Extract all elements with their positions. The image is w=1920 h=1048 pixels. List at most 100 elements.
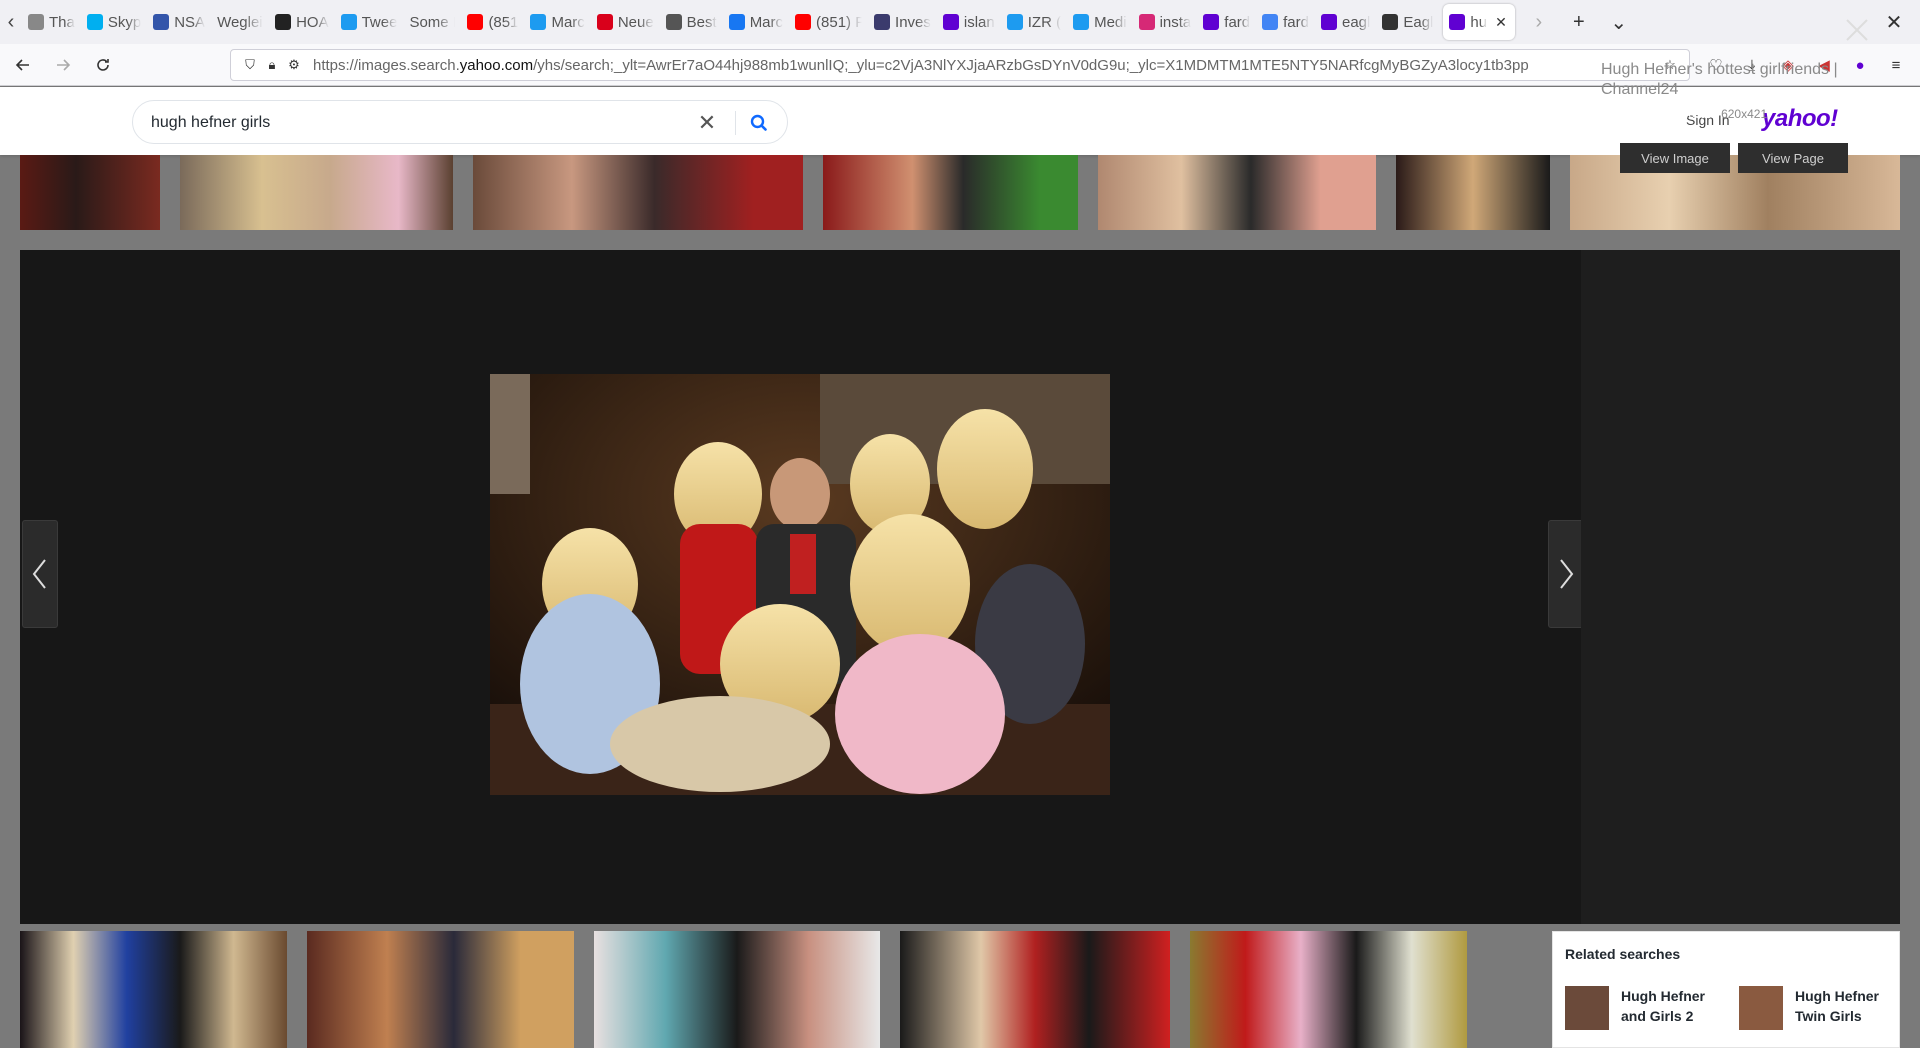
tab-scroll-left-icon[interactable]: ‹ [0,0,22,44]
related-search-thumbnail [1739,986,1783,1030]
cb-icon [665,14,682,30]
close-tab-icon[interactable]: ✕ [1495,14,1507,31]
related-search-label[interactable]: Hugh Hefner and Girls 2 [1621,986,1717,1026]
browser-tab[interactable]: Neue [591,4,660,40]
new-tab-button[interactable]: + [1559,0,1599,44]
result-thumbnail[interactable] [1098,155,1376,230]
yahoo-logo[interactable]: yahoo! [1762,105,1838,133]
permissions-icon[interactable]: ⚙︎ [283,57,305,73]
reload-button[interactable] [86,49,120,81]
browser-tab[interactable]: fard [1197,4,1256,40]
twitter-icon [1006,14,1023,30]
back-button[interactable] [6,49,40,81]
yahoo-icon [1203,14,1220,30]
browser-tab[interactable]: fard [1256,4,1315,40]
result-thumbnail[interactable] [20,155,160,230]
result-thumbnail[interactable] [900,931,1170,1048]
image-source[interactable]: www.channel24.co.za 620x421 [1601,107,1767,121]
tab-strip: Tha Skyp NSA Wegleit HOA Twee Some M (851 Marc Ne… [22,0,1519,44]
previous-image-button[interactable] [22,520,58,628]
result-thumbnail[interactable] [1396,155,1550,230]
next-image-button[interactable] [1548,520,1584,628]
flag-icon [153,14,170,30]
close-viewer-button[interactable] [1840,13,1874,47]
search-button[interactable] [745,109,773,137]
browser-tab-label: Neue [617,13,654,31]
search-box[interactable]: hugh hefner girls ✕ [132,100,788,144]
related-search-item[interactable]: Hugh Hefner Twin Girls [1739,976,1899,1036]
related-search-label[interactable]: Hugh Hefner Twin Girls [1795,986,1891,1026]
result-thumbnail[interactable] [594,931,880,1048]
forward-arrow-icon [57,58,71,71]
close-window-button[interactable]: ✕ [1874,0,1914,44]
browser-tab-label: (851 [488,13,519,31]
browser-tab[interactable]: (851) PLAYI [789,4,868,40]
skype-icon [86,14,103,30]
view-image-button[interactable]: View Image [1620,143,1730,173]
image-title[interactable]: Hugh Hefner's hottest girlfriends | Chan… [1601,60,1851,100]
yahoo-extension-icon[interactable]: ● [1848,53,1872,77]
arrow-icon [874,14,891,30]
image-dimensions: 620x421 [1721,107,1768,121]
tab-scroll-right-icon[interactable]: › [1519,0,1559,44]
result-thumbnail[interactable] [20,931,287,1048]
browser-tab[interactable]: Inves [868,4,937,40]
browser-tab-label: Marc [749,13,784,31]
browser-tab-label: NSA [174,13,206,31]
image-viewer [20,250,1900,924]
related-searches-heading: Related searches [1565,946,1681,962]
yahoo-icon [942,14,959,30]
browser-tab[interactable]: IZR ( [1001,4,1067,40]
preview-image[interactable] [490,374,1110,795]
view-page-button[interactable]: View Page [1738,143,1848,173]
browser-tab[interactable]: Best [660,4,723,40]
result-thumbnail[interactable] [473,155,803,230]
address-bar[interactable]: ⛉ 🔒︎ ⚙︎ https://images.search.yahoo.com/… [230,49,1690,81]
browser-tab[interactable]: Twee [335,4,404,40]
browser-tab[interactable]: Wegleit [211,4,269,40]
browser-tab[interactable]: islan [937,4,1001,40]
browser-tab-label: islan [963,13,995,31]
result-thumbnail[interactable] [307,931,574,1048]
related-searches-panel: Related searches Hugh Hefner and Girls 2… [1552,931,1900,1048]
search-input[interactable]: hugh hefner girls [151,114,270,132]
youtube-icon [795,14,812,30]
menu-icon[interactable]: ≡ [1884,53,1908,77]
browser-tab[interactable]: eagl [1315,4,1376,40]
related-search-item[interactable]: Hugh Hefner and Girls 2 [1565,976,1725,1036]
list-all-tabs-button[interactable]: ⌄ [1599,0,1639,44]
browser-tab-label: Medi [1094,13,1127,31]
clear-search-icon[interactable]: ✕ [693,109,721,137]
chevron-left-icon [32,559,46,589]
forward-button[interactable] [46,49,80,81]
image-stage [20,250,1584,924]
browser-tab[interactable]: (851 [461,4,524,40]
browser-tab[interactable]: Tha [22,4,81,40]
browser-tab-label: (851) PLAYI [816,13,863,31]
browser-tab[interactable]: Marc [723,4,789,40]
lock-icon[interactable]: 🔒︎ [261,57,283,73]
browser-tab[interactable]: Marc [524,4,590,40]
result-thumbnail[interactable] [823,155,1078,230]
image-source-domain[interactable]: www.channel24.co.za [1601,107,1717,121]
browser-tab[interactable]: Medi [1067,4,1133,40]
browser-tab[interactable]: Some M [403,4,461,40]
browser-tab[interactable]: NSA [147,4,211,40]
yahoo-icon [1321,14,1337,30]
browser-tab-label: Some M [409,13,455,31]
result-thumbnail[interactable] [180,155,453,230]
browser-tab-label: Tha [49,13,75,31]
browser-tab[interactable]: HOA [269,4,335,40]
close-icon [1846,19,1868,41]
facebook-icon [728,14,745,30]
browser-tab-label: fard [1224,13,1251,31]
browser-tab[interactable]: Eagl [1376,4,1439,40]
preview-image-photo [490,374,1110,795]
url-text[interactable]: https://images.search.yahoo.com/yhs/sear… [313,57,1659,74]
browser-tab[interactable]: Skyp [81,4,147,40]
shield-icon[interactable]: ⛉ [239,57,261,73]
browser-tab[interactable]: insta [1133,4,1198,40]
result-thumbnail[interactable] [1190,931,1467,1048]
browser-tab-active[interactable]: hu ✕ [1443,4,1515,40]
browser-tab-label: eagl [1342,13,1371,31]
